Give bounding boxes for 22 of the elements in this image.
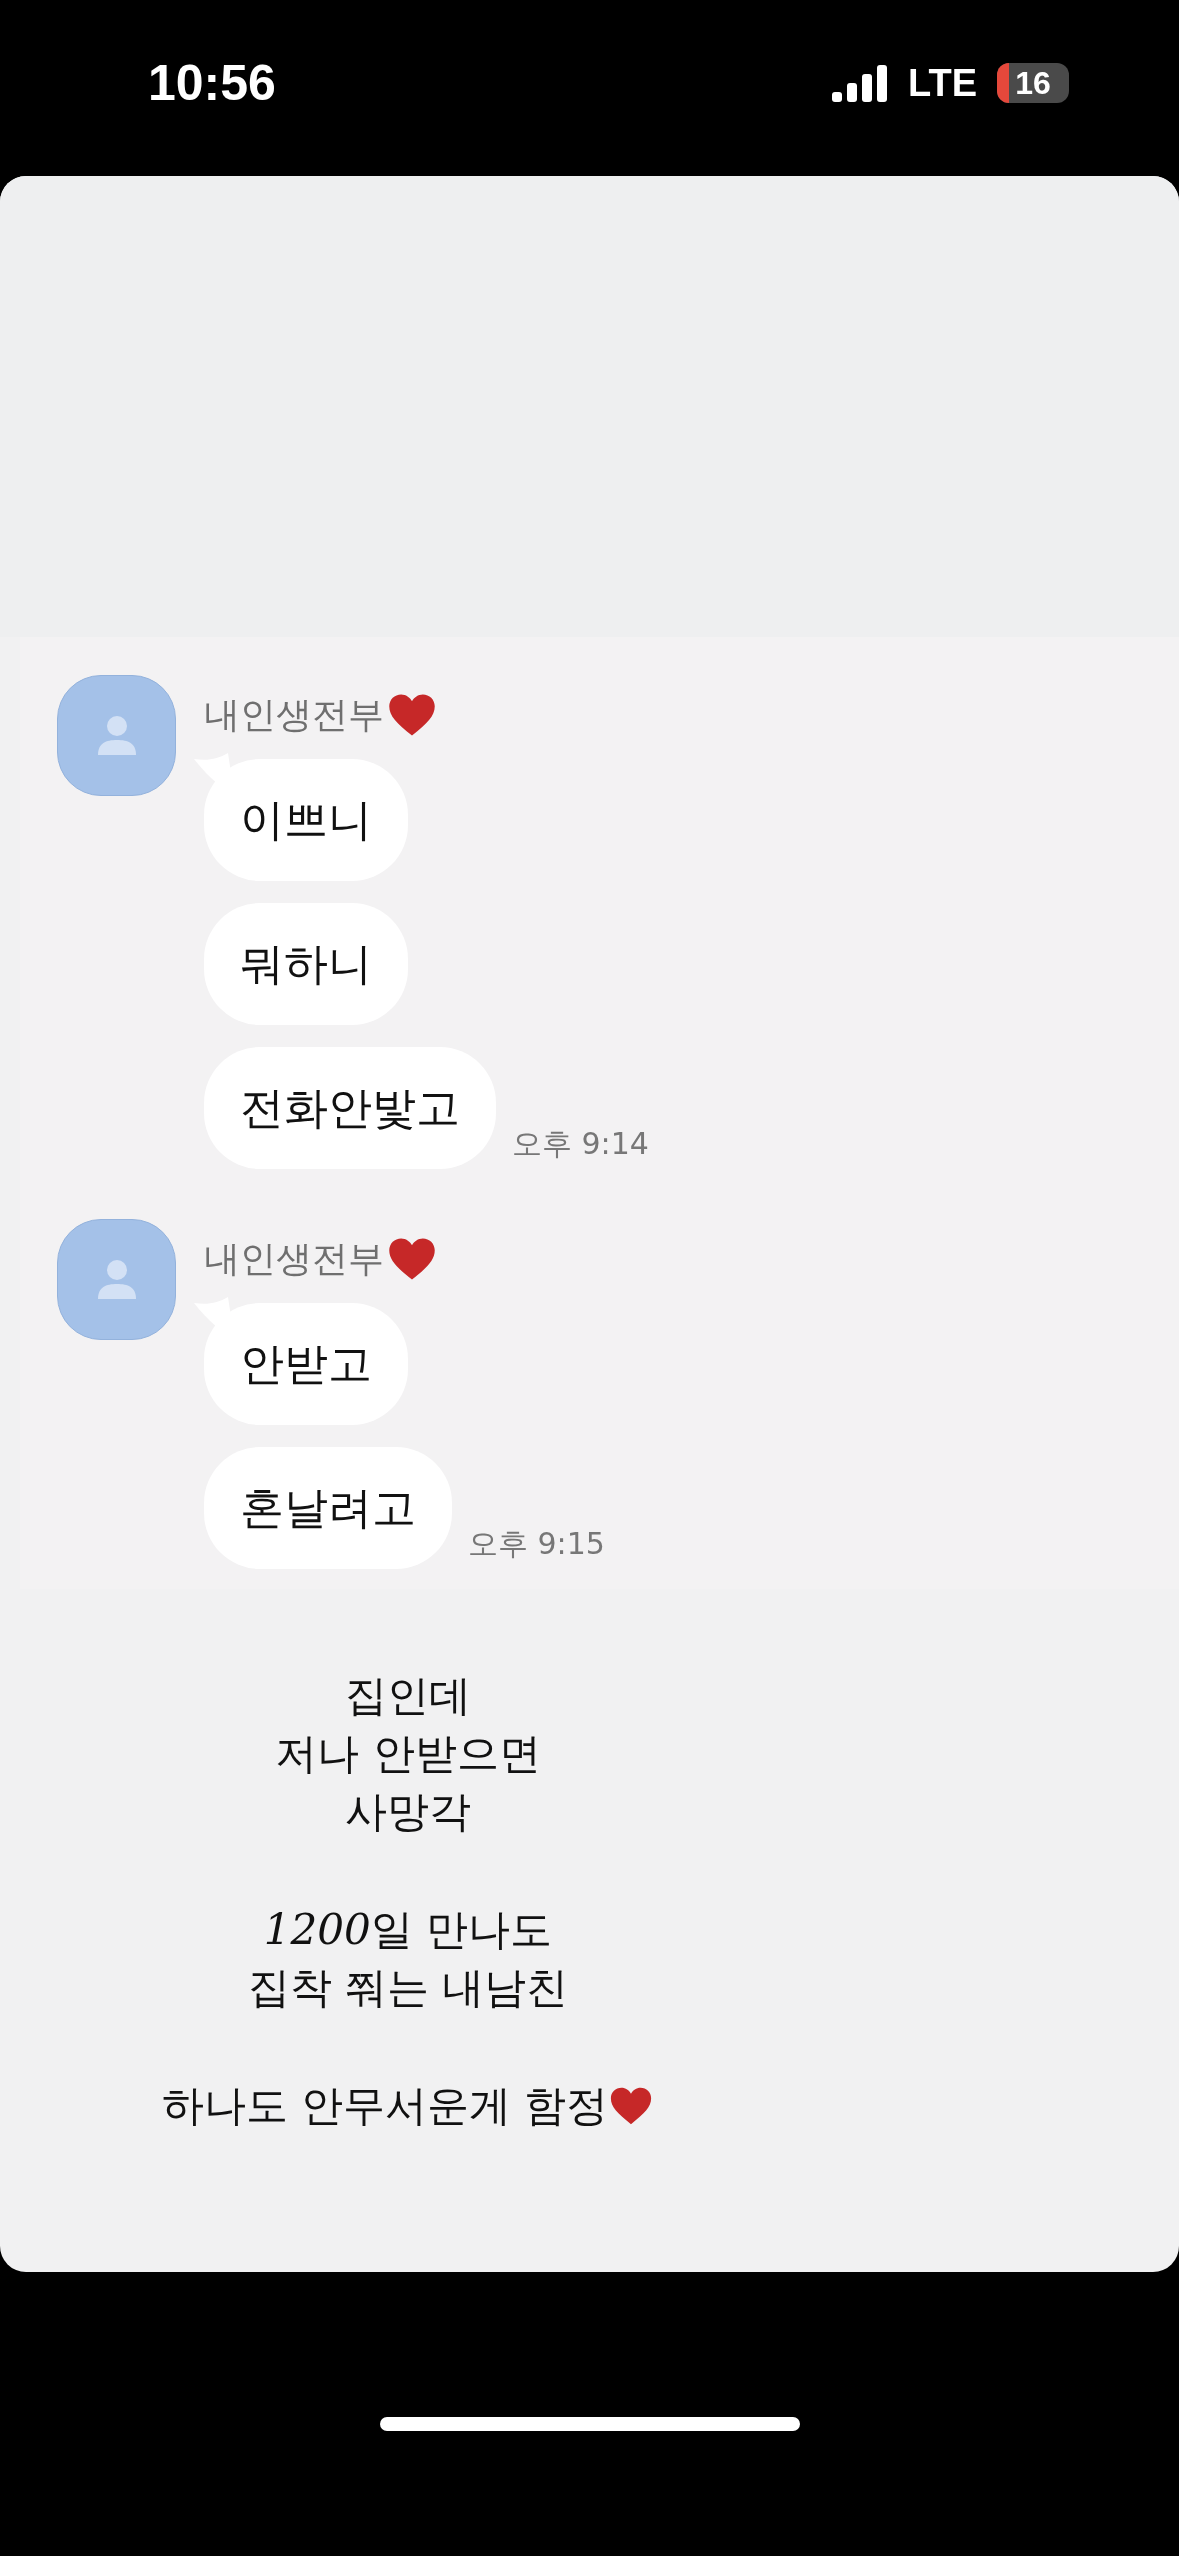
caption-text: 1200일 만나도 [263,1904,553,1956]
message-bubble: 혼날려고 [204,1447,452,1569]
clock-time: 10:56 [148,54,276,112]
message-bubble: 안받고 [204,1303,408,1425]
avatar[interactable] [57,1219,176,1340]
avatar[interactable] [57,675,176,796]
caption-text: 저나 안받으면 [275,1728,541,1780]
message-bubble: 이쁘니 [204,759,408,881]
caption-text: 사망각 [345,1786,471,1838]
caption-text: 하나도 안무서운게 함정 [161,2080,609,2132]
sender-name: 내인생전부 [204,1236,384,1281]
sender-name: 내인생전부 [204,692,384,737]
caption-text: 집착 쭤는 내남친 [247,1962,569,2014]
signal-icon [832,64,889,102]
message-time: 오후 9:14 [512,1125,649,1163]
network-label: LTE [908,61,977,105]
caption-text: 집인데 [345,1670,471,1722]
home-indicator[interactable] [379,2417,800,2431]
battery-icon: 16 [997,63,1069,103]
message-time: 오후 9:15 [468,1525,605,1563]
message-bubble: 전화안밫고 [204,1047,496,1169]
message-bubble: 뭐하니 [204,903,408,1025]
